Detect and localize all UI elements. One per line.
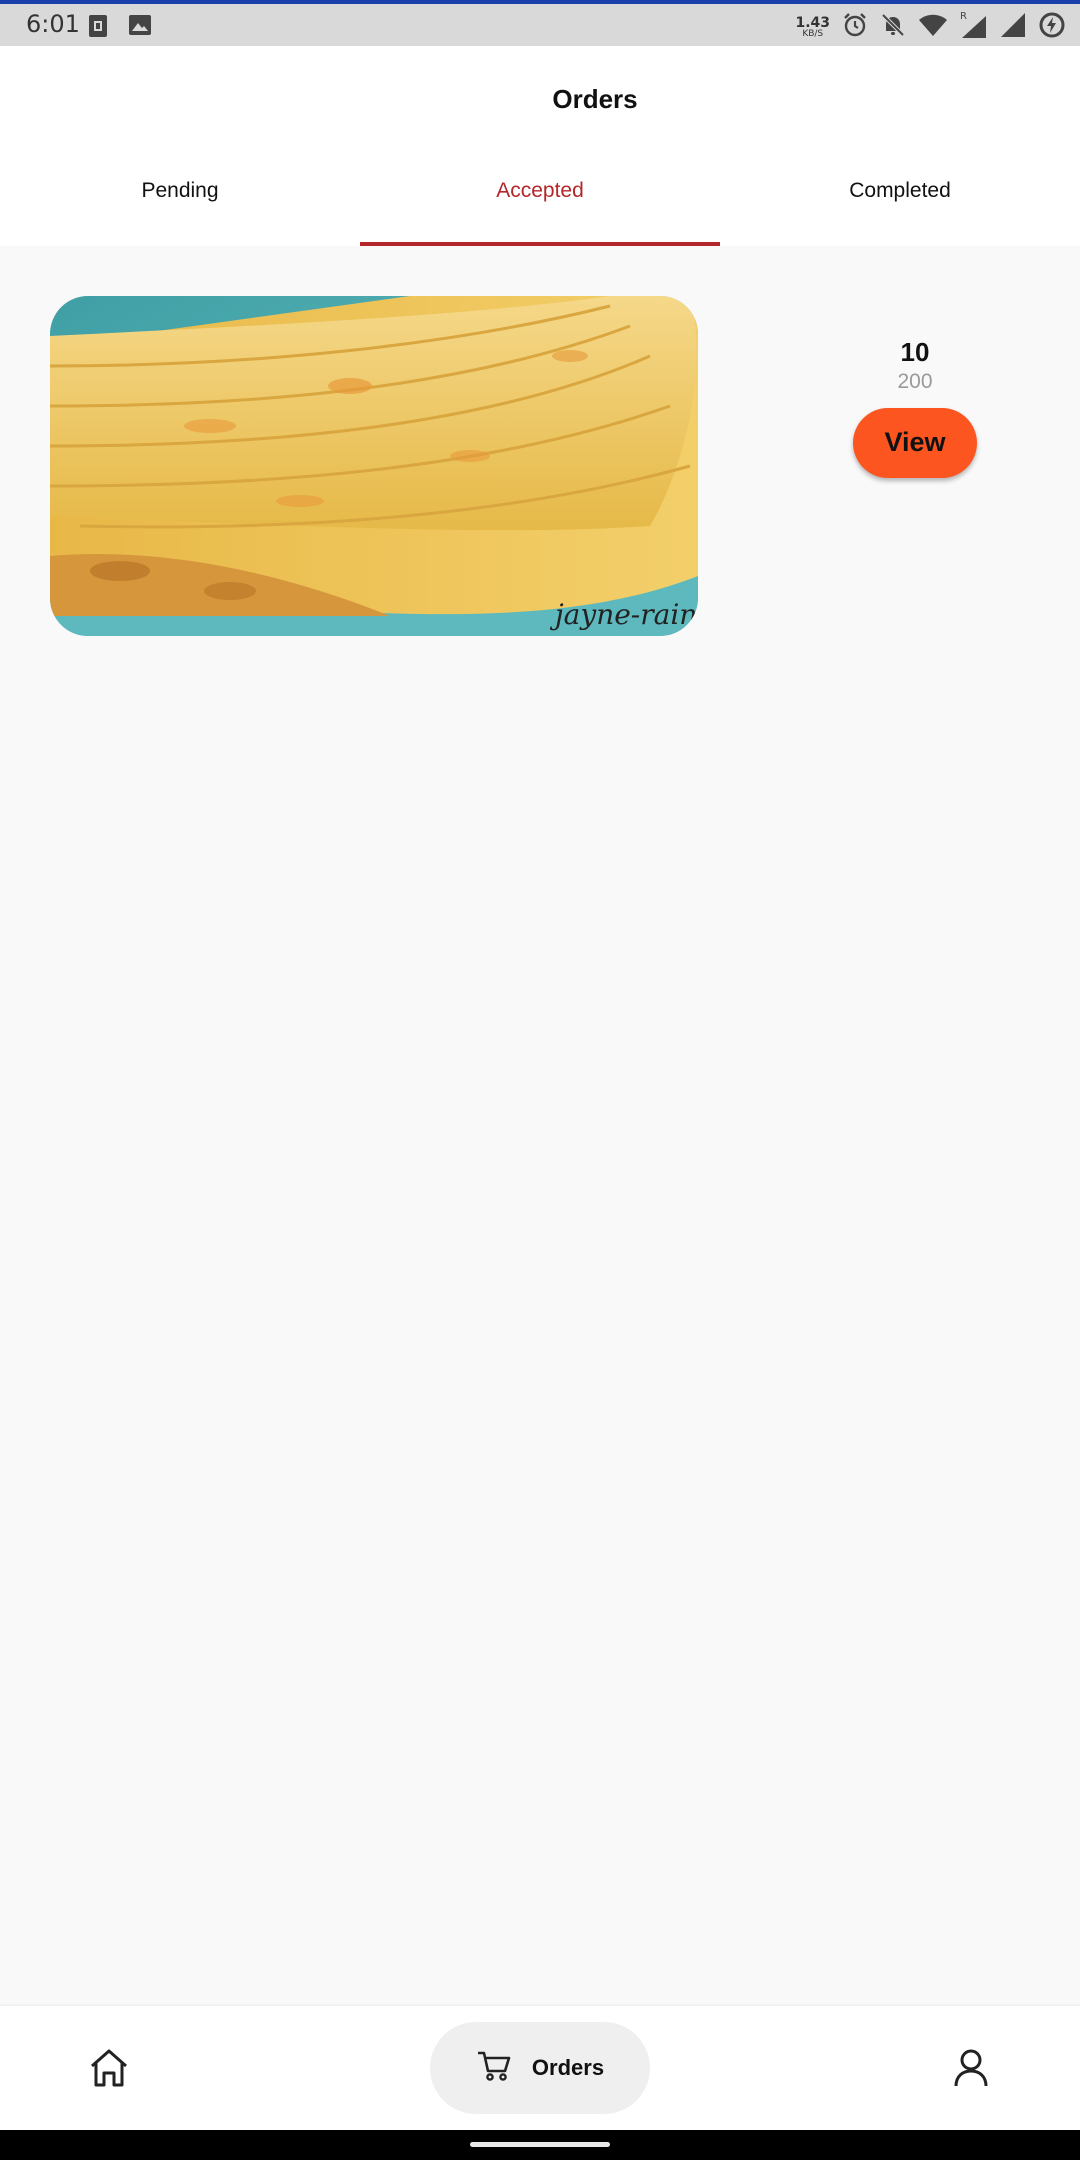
nav-home[interactable]: [88, 2048, 130, 2093]
alarm-icon: [842, 12, 868, 43]
image-watermark: jayne-rain.c: [549, 598, 698, 631]
status-bar: 6:01 1.43 KB/S R: [0, 0, 1080, 46]
bottom-navigation: Orders: [0, 2006, 1080, 2130]
sim-card-icon: [88, 14, 108, 43]
nav-orders[interactable]: Orders: [430, 2022, 650, 2114]
signal-roaming-icon: R: [960, 10, 988, 45]
system-navigation-bar: [0, 2130, 1080, 2160]
home-icon: [88, 2049, 130, 2092]
order-card: jayne-rain.c 10 200 View: [50, 296, 1030, 636]
battery-saver-icon: [1038, 11, 1066, 44]
view-order-button[interactable]: View: [853, 407, 977, 478]
app-header: Orders Pending Accepted Completed: [0, 46, 1080, 246]
order-info: 10 200 View: [840, 338, 990, 478]
page-title: Orders: [552, 84, 638, 114]
home-gesture-indicator[interactable]: [470, 2142, 610, 2147]
image-icon: [128, 14, 152, 41]
status-time: 6:01: [26, 10, 80, 38]
food-image: jayne-rain.c: [50, 296, 698, 636]
person-icon: [954, 2049, 988, 2092]
tab-completed[interactable]: Completed: [720, 156, 1080, 246]
cart-icon: [476, 2050, 512, 2087]
order-status-tabs: Pending Accepted Completed: [0, 156, 1080, 246]
notifications-off-icon: [880, 12, 906, 43]
order-price: 200: [897, 369, 933, 393]
nav-orders-label: Orders: [531, 2055, 605, 2080]
network-speed-value: 1.43: [795, 14, 830, 31]
signal-icon: [1000, 12, 1026, 43]
tab-accepted[interactable]: Accepted: [360, 156, 720, 246]
wifi-icon: [918, 12, 948, 43]
nav-profile[interactable]: [954, 2048, 988, 2093]
network-speed: 1.43 KB/S: [795, 16, 830, 39]
svg-text:R: R: [960, 11, 967, 22]
tab-pending[interactable]: Pending: [0, 156, 360, 246]
order-quantity: 10: [900, 337, 930, 367]
network-speed-unit: KB/S: [802, 28, 824, 39]
